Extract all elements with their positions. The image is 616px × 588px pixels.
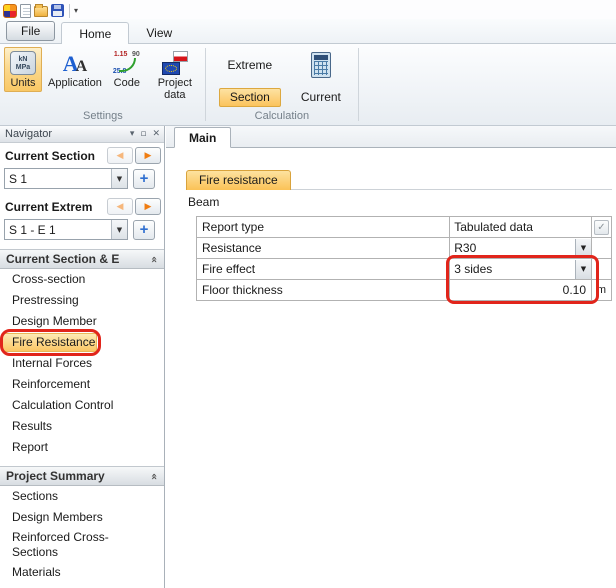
new-document-icon[interactable] <box>20 4 31 18</box>
sidebar-item-internal-forces[interactable]: Internal Forces <box>0 353 164 374</box>
group-separator <box>358 48 359 121</box>
application-icon: AA <box>63 51 87 75</box>
prev-section-button[interactable]: ◀ <box>107 147 133 164</box>
sidebar-item-calculation-control[interactable]: Calculation Control <box>0 395 164 416</box>
ribbon-panel: kNMPa Units AA Application 1.15 25.8 90 … <box>0 44 616 126</box>
current-extreme-label: Current Extrem <box>5 200 92 214</box>
qat-customize-dropdown-icon[interactable]: ▾ <box>69 4 80 18</box>
code-button[interactable]: 1.15 25.8 90 Code <box>108 47 146 92</box>
prev-extreme-button[interactable]: ◀ <box>107 198 133 215</box>
units-icon: kNMPa <box>10 51 36 75</box>
save-icon[interactable] <box>51 4 64 17</box>
beam-label: Beam <box>188 195 612 209</box>
project-data-button[interactable]: Project data <box>148 47 202 104</box>
table-row: Resistance R30 ▼ <box>197 238 612 259</box>
check-icon[interactable]: ✓ <box>594 220 609 235</box>
tab-view[interactable]: View <box>129 22 189 43</box>
dropdown-arrow-icon[interactable]: ▼ <box>575 239 591 258</box>
units-label: Units <box>10 77 35 89</box>
fire-effect-dropdown[interactable]: 3 sides ▼ <box>450 260 591 279</box>
sidebar-item-materials[interactable]: Materials <box>0 562 164 583</box>
sidebar-item-reinforcement[interactable]: Reinforcement <box>0 374 164 395</box>
calculation-group: Extreme Section Current Calculation <box>207 44 357 125</box>
main-area: Main Fire resistance Beam Report type Ta… <box>166 126 616 588</box>
extreme-section-button[interactable]: Section <box>219 88 281 107</box>
sidebar-item-design-members[interactable]: Design Members <box>0 507 164 528</box>
collapse-chevron-icon[interactable]: « <box>148 472 161 479</box>
application-button[interactable]: AA Application <box>44 47 106 92</box>
calculation-group-label: Calculation <box>207 110 357 125</box>
open-folder-icon[interactable] <box>34 6 48 17</box>
navigator-panel: Navigator ▾ ▫ ✕ Current Section ◀ ▶ S 1 … <box>0 126 165 588</box>
code-label: Code <box>114 77 140 89</box>
current-section-label: Current Section <box>5 149 95 163</box>
floor-thickness-label: Floor thickness <box>197 280 450 301</box>
dropdown-arrow-icon[interactable]: ▼ <box>111 220 127 239</box>
units-button[interactable]: kNMPa Units <box>4 47 42 92</box>
sidebar-item-prestressing[interactable]: Prestressing <box>0 290 164 311</box>
floor-thickness-unit: m <box>592 280 612 301</box>
properties-table: Report type Tabulated data ✓ Resistance <box>196 216 612 301</box>
navigator-title: Navigator <box>5 128 52 140</box>
app-logo-icon[interactable] <box>3 4 17 18</box>
panel-pin-icon[interactable]: ▫ <box>140 129 146 139</box>
sidebar-item-fire-resistance[interactable]: Fire Resistance <box>0 332 164 353</box>
resistance-label: Resistance <box>197 238 450 259</box>
floor-thickness-input[interactable]: 0.10 <box>450 283 591 297</box>
project-data-icon <box>162 51 188 75</box>
fire-resistance-content: Fire resistance Beam Report type Tabulat… <box>166 148 616 301</box>
current-section-select[interactable]: S 1 ▼ <box>4 168 128 189</box>
document-tab-row: Main <box>166 126 616 148</box>
sidebar-item-reinforced-cross-sections[interactable]: Reinforced Cross-Sections <box>0 528 164 562</box>
application-label: Application <box>48 77 102 89</box>
dropdown-arrow-icon[interactable]: ▼ <box>111 169 127 188</box>
collapse-chevron-icon[interactable]: « <box>148 255 161 262</box>
quick-access-toolbar: ▾ <box>0 0 616 19</box>
settings-group-label: Settings <box>2 110 204 125</box>
sidebar-item-report[interactable]: Report <box>0 437 164 458</box>
code-icon: 1.15 25.8 90 <box>113 51 141 75</box>
extreme-label: Extreme <box>228 58 273 72</box>
add-section-button[interactable]: + <box>133 169 155 189</box>
sidebar-item-sections[interactable]: Sections <box>0 486 164 507</box>
sidebar-item-cross-section[interactable]: Cross-section <box>0 269 164 290</box>
resistance-dropdown[interactable]: R30 ▼ <box>450 239 591 258</box>
extreme-current-button[interactable]: Current <box>295 89 347 106</box>
group-header-project-summary[interactable]: Project Summary « <box>0 466 164 486</box>
group-header-current-section[interactable]: Current Section & E « <box>0 249 164 269</box>
dropdown-arrow-icon[interactable]: ▼ <box>575 260 591 279</box>
group-separator <box>205 48 206 121</box>
tab-main[interactable]: Main <box>174 127 231 148</box>
report-type-value[interactable]: Tabulated data <box>450 220 591 234</box>
fire-resistance-tab[interactable]: Fire resistance <box>186 170 291 190</box>
table-row: Fire effect 3 sides ▼ <box>197 259 612 280</box>
sidebar-item-design-member[interactable]: Design Member <box>0 311 164 332</box>
ribbon-tab-row: File Home View <box>0 19 616 44</box>
project-data-label: Project data <box>152 77 198 101</box>
next-extreme-button[interactable]: ▶ <box>135 198 161 215</box>
table-row: Floor thickness 0.10 m <box>197 280 612 301</box>
panel-close-icon[interactable]: ✕ <box>152 129 160 139</box>
fire-effect-label: Fire effect <box>197 259 450 280</box>
add-extreme-button[interactable]: + <box>133 220 155 240</box>
tab-home[interactable]: Home <box>61 22 129 44</box>
next-section-button[interactable]: ▶ <box>135 147 161 164</box>
settings-group: kNMPa Units AA Application 1.15 25.8 90 … <box>2 44 204 125</box>
calculator-icon <box>311 52 331 78</box>
table-row: Report type Tabulated data ✓ <box>197 217 612 238</box>
file-menu-button[interactable]: File <box>6 21 55 41</box>
sidebar-item-results[interactable]: Results <box>0 416 164 437</box>
panel-menu-icon[interactable]: ▾ <box>130 129 135 139</box>
report-type-label: Report type <box>197 217 450 238</box>
current-extreme-select[interactable]: S 1 - E 1 ▼ <box>4 219 128 240</box>
